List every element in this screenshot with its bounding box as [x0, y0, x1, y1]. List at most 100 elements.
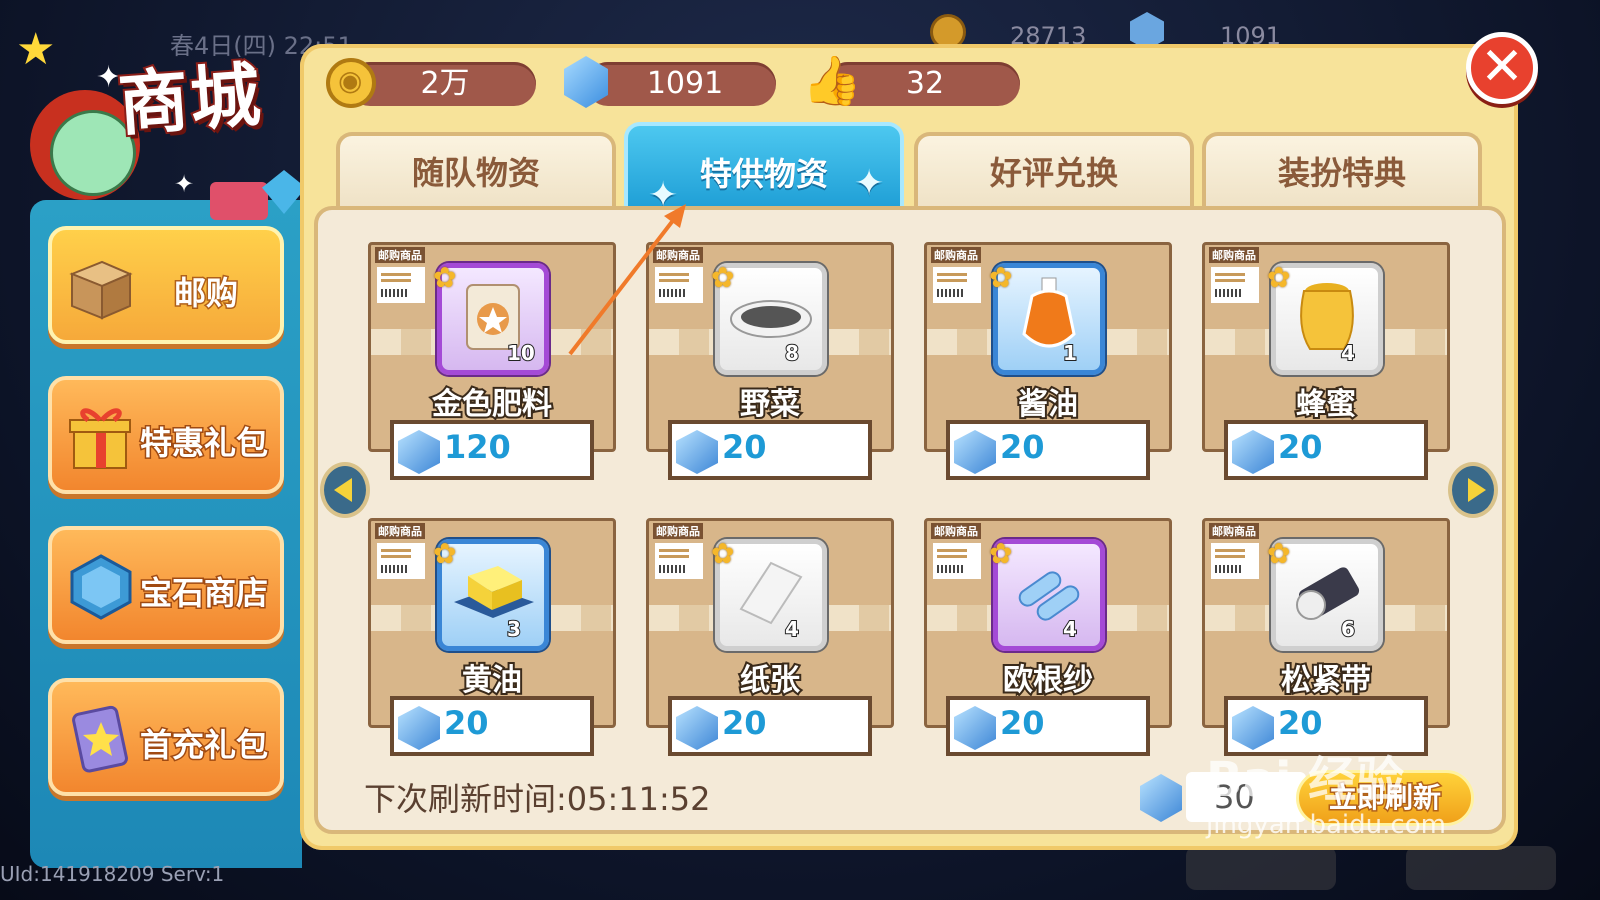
- item-name: 金色肥料: [430, 385, 554, 424]
- butter-icon: [448, 558, 538, 632]
- shipping-label: [1211, 543, 1259, 579]
- item-price: 20: [1000, 704, 1045, 742]
- watermark: Bai 经验: [1206, 752, 1405, 808]
- coin-icon: [326, 58, 376, 108]
- annotation-arrow-icon: [568, 204, 686, 356]
- gem-icon: [676, 430, 718, 474]
- gem-icon: [676, 706, 718, 750]
- star-icon: ✿: [711, 261, 735, 294]
- star-icon: ★: [16, 24, 56, 75]
- item-quantity: 8: [784, 340, 800, 366]
- item-quantity: 1: [1062, 340, 1078, 366]
- tab-label: 装扮特典: [1277, 154, 1406, 192]
- star-icon: ✿: [1267, 261, 1291, 294]
- greens-plate-icon: [726, 287, 816, 351]
- sidebar-item-mail-order[interactable]: 邮购: [48, 226, 284, 344]
- gem-icon: [398, 706, 440, 750]
- item-name: 黄油: [460, 661, 524, 700]
- item-price-button[interactable]: 20: [668, 696, 872, 756]
- tab-label: 好评兑换: [989, 154, 1118, 192]
- sidebar-item-special-gift[interactable]: 特惠礼包: [48, 376, 284, 494]
- likes-value: 32: [905, 66, 945, 101]
- cardboard-box-icon: [69, 260, 133, 320]
- gem-icon: [954, 430, 996, 474]
- item-price: 20: [1278, 428, 1323, 466]
- item-price: 20: [1000, 428, 1045, 466]
- close-button[interactable]: ✕: [1466, 32, 1538, 104]
- prev-page-button[interactable]: [320, 462, 370, 518]
- item-price-button[interactable]: 20: [946, 420, 1150, 480]
- item-quantity: 4: [1340, 340, 1356, 366]
- item-price: 20: [722, 704, 767, 742]
- item-quantity: 10: [506, 340, 536, 366]
- mail-order-tag: 邮购商品: [375, 247, 425, 263]
- sidebar-item-label: 特惠礼包: [138, 423, 269, 464]
- mail-order-tag: 邮购商品: [1209, 523, 1259, 539]
- item-price: 20: [1278, 704, 1323, 742]
- item-price-button[interactable]: 20: [668, 420, 872, 480]
- sidebar-item-first-recharge[interactable]: 首充礼包: [48, 678, 284, 796]
- shipping-label: [377, 543, 425, 579]
- background-button-right: [1406, 846, 1556, 890]
- gem-icon: [70, 554, 132, 620]
- elastic-band-icon: [1287, 553, 1367, 637]
- background-button-left: [1186, 846, 1336, 890]
- mail-order-tag: 邮购商品: [1209, 247, 1259, 263]
- item-quantity: 6: [1340, 616, 1356, 642]
- sidebar-item-label: 邮购: [172, 273, 239, 314]
- item-quantity: 4: [1062, 616, 1078, 642]
- close-icon: ✕: [1480, 37, 1524, 97]
- item-price-button[interactable]: 20: [390, 696, 594, 756]
- star-icon: ✿: [1267, 537, 1291, 570]
- mail-order-tag: 邮购商品: [375, 523, 425, 539]
- star-icon: ✿: [711, 537, 735, 570]
- item-price: 120: [444, 428, 511, 466]
- item-name: 欧根纱: [1001, 661, 1095, 700]
- mail-order-tag: 邮购商品: [653, 523, 703, 539]
- shipping-label: [933, 267, 981, 303]
- shipping-label: [933, 543, 981, 579]
- gift-box-icon: [210, 182, 268, 220]
- item-price-button[interactable]: 120: [390, 420, 594, 480]
- tab-label: 特供物资: [699, 155, 828, 193]
- mail-order-tag: 邮购商品: [931, 523, 981, 539]
- tab-team-supplies[interactable]: 随队物资: [336, 132, 616, 208]
- item-name: 蜂蜜: [1294, 385, 1358, 424]
- shop-title: 商城: [114, 51, 267, 148]
- thumbs-up-icon: 👍: [802, 53, 862, 109]
- next-page-button[interactable]: [1448, 462, 1498, 518]
- paper-icon: [731, 553, 811, 637]
- tab-review-exchange[interactable]: 好评兑换: [914, 132, 1194, 208]
- item-price-button[interactable]: 20: [946, 696, 1150, 756]
- coins-value: 2万: [420, 66, 470, 101]
- star-icon: ✿: [433, 261, 457, 294]
- item-name: 松紧带: [1279, 661, 1373, 700]
- shipping-label: [377, 267, 425, 303]
- shipping-label: [655, 543, 703, 579]
- sparkle-icon: ✦: [174, 170, 195, 198]
- card-star-icon: [72, 705, 128, 773]
- star-icon: ✿: [433, 537, 457, 570]
- item-quantity: 4: [784, 616, 800, 642]
- item-price: 20: [722, 428, 767, 466]
- gift-box-icon: [69, 408, 131, 469]
- star-icon: ✿: [989, 261, 1013, 294]
- item-quantity: 3: [506, 616, 522, 642]
- uid-label: UId:141918209 Serv:1: [0, 862, 225, 886]
- item-price: 20: [444, 704, 489, 742]
- item-price-button[interactable]: 20: [1224, 420, 1428, 480]
- shipping-label: [1211, 267, 1259, 303]
- sidebar-item-label: 首充礼包: [138, 725, 269, 766]
- tab-outfit-specials[interactable]: 装扮特典: [1202, 132, 1482, 208]
- refresh-timer: 下次刷新时间:05:11:52: [364, 780, 711, 818]
- tab-label: 随队物资: [411, 154, 540, 192]
- organza-rolls-icon: [1009, 553, 1089, 637]
- item-name: 酱油: [1016, 385, 1080, 424]
- gem-icon: [1232, 430, 1274, 474]
- sidebar-item-gem-shop[interactable]: 宝石商店: [48, 526, 284, 644]
- sidebar-item-label: 宝石商店: [138, 573, 269, 614]
- gem-icon: [398, 430, 440, 474]
- tab-special-supplies[interactable]: ✦ 特供物资 ✦: [624, 122, 904, 216]
- star-icon: ✿: [989, 537, 1013, 570]
- item-name: 野菜: [738, 385, 802, 424]
